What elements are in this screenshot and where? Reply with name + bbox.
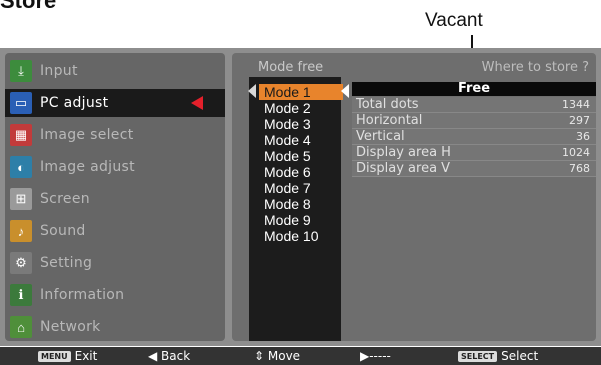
sidebar-item-label: Information [40, 287, 125, 303]
mode-column-title: Mode free [258, 60, 324, 75]
mode-item-3[interactable]: Mode 3 [259, 116, 343, 132]
mode-item-5[interactable]: Mode 5 [259, 148, 343, 164]
store-prompt: Where to store ? [481, 60, 589, 75]
mode-item-1[interactable]: Mode 1 [259, 84, 343, 100]
info-row-display-area-v: Display area V 768 [352, 161, 596, 177]
info-key: Horizontal [356, 113, 423, 128]
info-row-total-dots: Total dots 1344 [352, 97, 596, 113]
next-hint: ▶----- [360, 347, 391, 365]
mode-left-pointer-icon [248, 84, 256, 98]
mode-selected-pointer-icon [341, 84, 349, 98]
sidebar-item-pc-adjust[interactable]: ▭ PC adjust [5, 89, 225, 117]
exit-label: Exit [74, 349, 98, 363]
sidebar-item-label: Screen [40, 191, 90, 207]
key-guide-bar: MENU Exit ◀ Back ⇕ Move ▶----- SELECT Se… [0, 347, 601, 365]
mode-item-6[interactable]: Mode 6 [259, 164, 343, 180]
select-label: Select [501, 349, 539, 363]
mode-item-8[interactable]: Mode 8 [259, 196, 343, 212]
image-select-icon: ▦ [10, 124, 32, 146]
sidebar-item-label: Sound [40, 223, 86, 239]
info-row-vertical: Vertical 36 [352, 129, 596, 145]
vacant-callout-label: Vacant [425, 10, 483, 31]
sidebar-item-label: Image adjust [40, 159, 135, 175]
select-hint[interactable]: SELECT Select [458, 347, 538, 365]
sidebar-item-label: PC adjust [40, 95, 109, 111]
setting-icon: ⚙ [10, 252, 32, 274]
mode-item-10[interactable]: Mode 10 [259, 228, 343, 244]
free-status-bar: Free [352, 82, 596, 96]
page-title: Store [0, 0, 57, 13]
sidebar-item-sound[interactable]: ♪ Sound [5, 217, 225, 245]
info-row-display-area-h: Display area H 1024 [352, 145, 596, 161]
info-row-horizontal: Horizontal 297 [352, 113, 596, 129]
info-key: Total dots [356, 97, 419, 112]
sidebar-item-screen[interactable]: ⊞ Screen [5, 185, 225, 213]
osd-menu-panel: ⤓ Input ▭ PC adjust ▦ Image select ◐ Ima… [0, 48, 601, 346]
main-menu-sidebar: ⤓ Input ▭ PC adjust ▦ Image select ◐ Ima… [5, 53, 225, 341]
exit-hint[interactable]: MENU Exit [38, 347, 97, 365]
menu-key-icon: MENU [38, 350, 71, 362]
pc-adjust-icon: ▭ [10, 92, 32, 114]
sidebar-item-image-adjust[interactable]: ◐ Image adjust [5, 153, 225, 181]
sidebar-item-label: Image select [40, 127, 134, 143]
move-hint: ⇕ Move [254, 347, 300, 365]
info-value: 1024 [562, 146, 590, 159]
sidebar-item-label: Setting [40, 255, 93, 271]
move-label: ⇕ Move [254, 349, 301, 363]
sidebar-item-label: Input [40, 63, 78, 79]
back-label: ◀ Back [148, 349, 191, 363]
input-icon: ⤓ [10, 60, 32, 82]
image-adjust-icon: ◐ [10, 156, 32, 178]
info-key: Vertical [356, 129, 405, 144]
info-value: 1344 [562, 98, 590, 111]
network-icon: ⌂ [10, 316, 32, 338]
info-key: Display area H [356, 145, 451, 160]
sidebar-item-information[interactable]: ℹ Information [5, 281, 225, 309]
information-icon: ℹ [10, 284, 32, 306]
info-value: 297 [569, 114, 590, 127]
mode-item-9[interactable]: Mode 9 [259, 212, 343, 228]
sound-icon: ♪ [10, 220, 32, 242]
next-label: ▶----- [360, 349, 391, 363]
info-key: Display area V [356, 161, 451, 176]
submenu-content: Mode free Where to store ? Mode 1 Mode 2… [232, 53, 596, 341]
screen-icon: ⊞ [10, 188, 32, 210]
active-indicator-arrow-icon [191, 96, 203, 110]
info-value: 36 [576, 130, 590, 143]
mode-item-7[interactable]: Mode 7 [259, 180, 343, 196]
info-value: 768 [569, 162, 590, 175]
sidebar-item-image-select[interactable]: ▦ Image select [5, 121, 225, 149]
sidebar-item-setting[interactable]: ⚙ Setting [5, 249, 225, 277]
mode-item-2[interactable]: Mode 2 [259, 100, 343, 116]
back-hint[interactable]: ◀ Back [148, 347, 190, 365]
sidebar-item-network[interactable]: ⌂ Network [5, 313, 225, 341]
sidebar-item-input[interactable]: ⤓ Input [5, 57, 225, 85]
mode-item-4[interactable]: Mode 4 [259, 132, 343, 148]
sidebar-item-label: Network [40, 319, 101, 335]
select-key-icon: SELECT [458, 350, 498, 362]
